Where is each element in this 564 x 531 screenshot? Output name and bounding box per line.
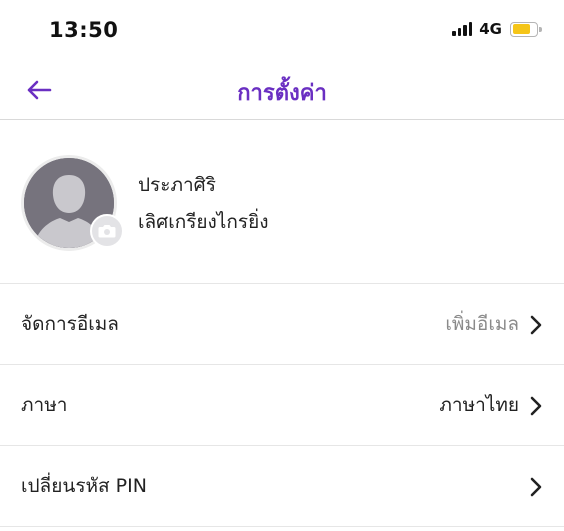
- status-bar: 13:50 4G: [0, 0, 564, 62]
- row-label: เปลี่ยนรหัส PIN: [21, 475, 147, 497]
- profile-section: ประภาศิริ เลิศเกรียงไกรยิ่ง: [0, 121, 564, 284]
- status-indicators: 4G: [452, 20, 542, 38]
- page-title: การตั้งค่า: [237, 81, 327, 106]
- signal-strength-icon: [452, 22, 473, 36]
- network-type: 4G: [479, 20, 502, 38]
- camera-icon: [98, 225, 116, 238]
- chevron-right-icon: [529, 395, 543, 417]
- profile-first-name: ประภาศิริ: [138, 174, 216, 196]
- profile-last-name: เลิศเกรียงไกรยิ่ง: [138, 211, 269, 233]
- settings-row-manage-email[interactable]: จัดการอีเมล เพิ่มอีเมล: [0, 284, 564, 365]
- status-time: 13:50: [49, 18, 119, 42]
- battery-icon: [510, 21, 542, 37]
- settings-row-language[interactable]: ภาษา ภาษาไทย: [0, 365, 564, 446]
- row-label: ภาษา: [21, 394, 68, 416]
- row-label: จัดการอีเมล: [21, 313, 119, 335]
- change-photo-button[interactable]: [90, 214, 124, 248]
- navigation-bar: การตั้งค่า: [0, 62, 564, 120]
- battery-level: [512, 24, 530, 34]
- row-value: ภาษาไทย: [439, 394, 519, 416]
- settings-row-change-pin[interactable]: เปลี่ยนรหัส PIN: [0, 446, 564, 527]
- chevron-right-icon: [529, 476, 543, 498]
- chevron-right-icon: [529, 314, 543, 336]
- row-value: เพิ่มอีเมล: [445, 313, 519, 335]
